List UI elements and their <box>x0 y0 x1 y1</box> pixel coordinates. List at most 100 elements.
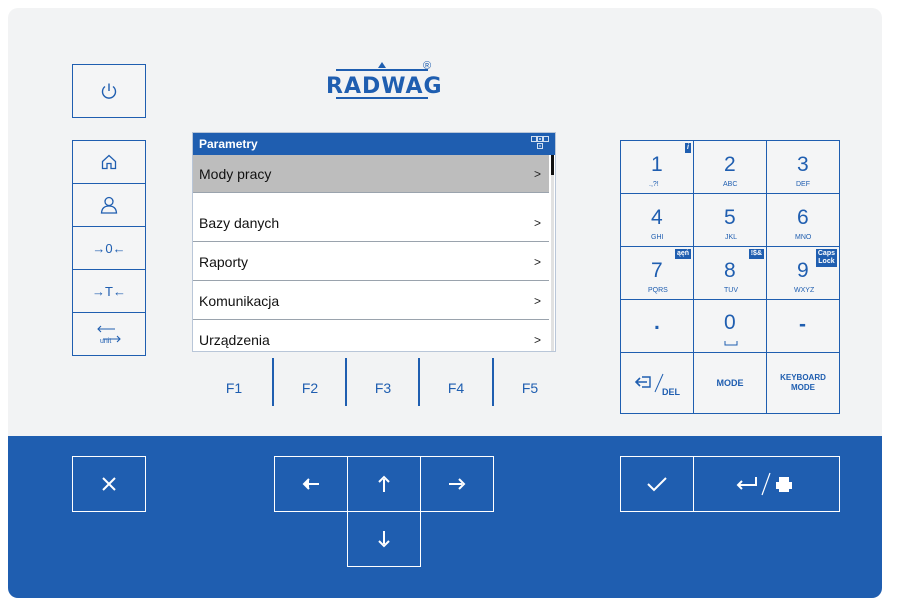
key-letters: TUV <box>724 287 738 294</box>
logo-text: RADWAG <box>326 74 443 99</box>
del-label: DEL <box>662 387 681 397</box>
zero-button[interactable]: →0← <box>72 226 146 270</box>
arrow-down-button[interactable] <box>347 511 421 567</box>
key-digit: . <box>654 311 660 334</box>
navigation-hint-icon <box>531 136 549 149</box>
chevron-right-icon: > <box>533 255 541 269</box>
key-digit: 9 <box>797 259 809 282</box>
key-digit: 2 <box>724 153 736 176</box>
key-3[interactable]: 3 DEF <box>766 140 840 194</box>
check-icon <box>647 477 667 492</box>
screen-title: Parametry <box>199 137 258 151</box>
menu-item-work-modes[interactable]: Mody pracy > <box>193 155 549 193</box>
registered-mark: ® <box>423 60 432 72</box>
home-icon <box>101 154 117 170</box>
user-icon <box>100 196 118 214</box>
key-digit: 3 <box>797 153 809 176</box>
enter-print-button[interactable] <box>693 456 840 512</box>
home-button[interactable] <box>72 140 146 184</box>
power-button[interactable] <box>72 64 146 118</box>
menu-item-label: Urządzenia <box>199 332 270 348</box>
arrow-right-icon <box>449 478 466 490</box>
key-letters: PQRS <box>648 287 668 294</box>
arrow-up-button[interactable] <box>347 456 421 512</box>
key-6[interactable]: 6 MNO <box>766 193 840 247</box>
chevron-right-icon: > <box>533 333 541 347</box>
f1-button[interactable]: F1 <box>198 368 270 408</box>
key-letters: ABC <box>723 181 738 188</box>
chevron-right-icon: > <box>533 216 541 230</box>
key-1[interactable]: i 1 .,?! <box>620 140 694 194</box>
key-4[interactable]: 4 GHI <box>620 193 694 247</box>
key-letters: WXYZ <box>794 287 815 294</box>
lock-line: Lock <box>818 258 835 265</box>
diacritics-badge: ąęń <box>674 249 691 259</box>
menu-scrollbar[interactable] <box>551 155 554 351</box>
caps-line: Caps <box>817 250 835 257</box>
key-digit: 8 <box>724 259 736 282</box>
key-2[interactable]: 2 ABC <box>693 140 767 194</box>
arrow-right-button[interactable] <box>420 456 494 512</box>
backspace-icon: DEL <box>634 373 681 397</box>
delete-button[interactable]: DEL <box>620 352 694 414</box>
key-digit: 6 <box>797 206 809 229</box>
tare-label: →T← <box>92 283 126 299</box>
tare-button[interactable]: →T← <box>72 269 146 313</box>
f4-button[interactable]: F4 <box>420 368 492 408</box>
display-screen: Parametry Mody pracy > Bazy danych > Rap… <box>192 132 556 352</box>
chevron-right-icon: > <box>533 167 541 181</box>
key-5[interactable]: 5 JKL <box>693 193 767 247</box>
f5-button[interactable]: F5 <box>494 368 566 408</box>
confirm-button[interactable] <box>620 456 694 512</box>
key-letters: GHI <box>651 234 664 241</box>
mode-button[interactable]: MODE <box>693 352 767 414</box>
keyboard-label: KEYBOARD <box>780 373 826 382</box>
mode-label: MODE <box>716 378 744 388</box>
menu-item-communication[interactable]: Komunikacja > <box>193 282 549 320</box>
key-dot[interactable]: . <box>620 299 694 353</box>
arrow-left-button[interactable] <box>274 456 348 512</box>
menu-item-devices[interactable]: Urządzenia > <box>193 321 549 351</box>
key-digit: 0 <box>724 311 736 334</box>
unit-button[interactable]: unit <box>72 312 146 356</box>
space-icon <box>724 341 738 346</box>
key-9[interactable]: Caps Lock 9 WXYZ <box>766 246 840 300</box>
arrow-up-icon <box>378 475 390 492</box>
menu-item-label: Mody pracy <box>199 166 272 182</box>
arrow-down-icon <box>378 531 390 548</box>
key-digit: - <box>799 313 806 336</box>
user-button[interactable] <box>72 183 146 227</box>
key-8[interactable]: !$& 8 TUV <box>693 246 767 300</box>
menu-item-databases[interactable]: Bazy danych > <box>193 204 549 242</box>
caps-lock-badge: Caps Lock <box>815 249 837 267</box>
f2-button[interactable]: F2 <box>274 368 346 408</box>
menu-item-reports[interactable]: Raporty > <box>193 243 549 281</box>
chevron-right-icon: > <box>533 294 541 308</box>
key-minus[interactable]: - <box>766 299 840 353</box>
menu-item-label: Raporty <box>199 254 249 270</box>
menu-item-label: Komunikacja <box>199 293 280 309</box>
key-digit: 7 <box>651 259 663 282</box>
key-letters: MNO <box>795 234 812 241</box>
radwag-logo: RADWAG ® <box>326 60 443 100</box>
symbols-badge: !$& <box>748 249 764 259</box>
enter-print-icon <box>736 472 792 496</box>
f3-button[interactable]: F3 <box>347 368 419 408</box>
info-badge: i <box>685 143 691 153</box>
keyboard-mode-button[interactable]: KEYBOARD MODE <box>766 352 840 414</box>
arrow-left-icon <box>302 478 319 490</box>
key-digit: 1 <box>651 153 663 176</box>
screen-title-bar: Parametry <box>193 133 555 155</box>
key-0[interactable]: 0 <box>693 299 767 353</box>
unit-swap-icon: unit <box>97 325 121 345</box>
zero-label: →0← <box>92 240 126 256</box>
key-letters: DEF <box>796 181 810 188</box>
keyboard-mode-label: MODE <box>791 383 815 392</box>
escape-button[interactable] <box>72 456 146 512</box>
key-digit: 4 <box>651 206 663 229</box>
scrollbar-thumb[interactable] <box>551 155 554 175</box>
key-letters: .,?! <box>649 181 659 188</box>
menu-item-label: Bazy danych <box>199 215 280 231</box>
key-digit: 5 <box>724 206 736 229</box>
key-7[interactable]: ąęń 7 PQRS <box>620 246 694 300</box>
